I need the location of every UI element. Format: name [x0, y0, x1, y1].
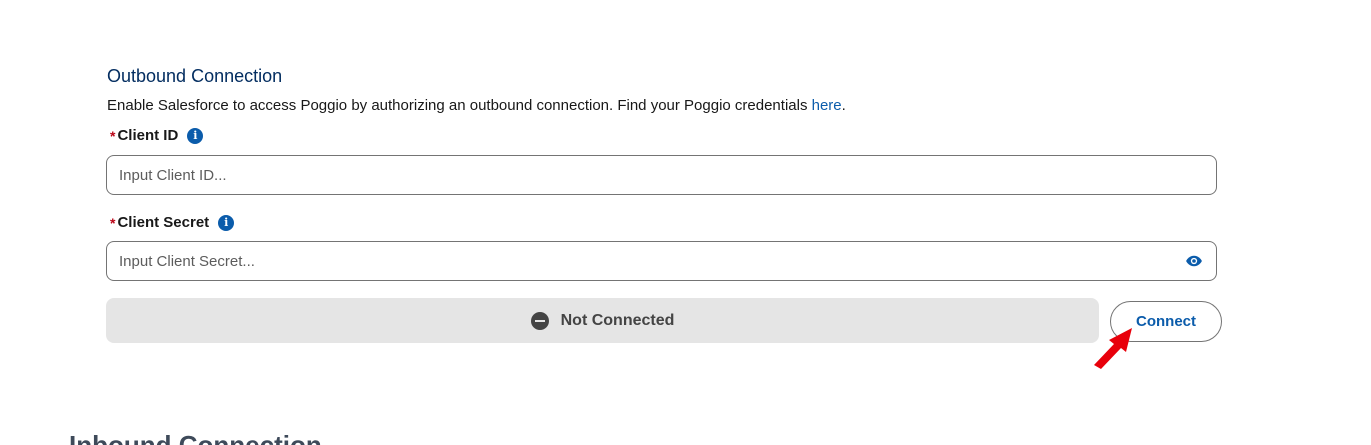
inbound-connection-title: Inbound Connection — [69, 430, 322, 445]
client-secret-label-text: Client Secret — [117, 214, 210, 231]
description-end: . — [841, 97, 846, 114]
eye-icon[interactable] — [1185, 252, 1203, 270]
client-secret-label: * Client Secret i — [110, 214, 235, 231]
description-text: Enable Salesforce to access Poggio by au… — [107, 97, 812, 114]
required-marker: * — [110, 127, 116, 144]
outbound-connection-title: Outbound Connection — [107, 66, 283, 86]
info-icon[interactable]: i — [187, 127, 204, 144]
poggio-connection-settings: Outbound Connection Enable Salesforce to… — [0, 0, 1371, 445]
connection-status-bar: Not Connected — [106, 298, 1099, 343]
client-secret-input[interactable] — [106, 241, 1217, 281]
credentials-link[interactable]: here — [812, 97, 842, 114]
required-marker: * — [110, 214, 116, 231]
client-id-input[interactable] — [106, 155, 1217, 195]
outbound-connection-description: Enable Salesforce to access Poggio by au… — [107, 97, 846, 114]
client-id-label-text: Client ID — [117, 127, 179, 144]
connection-status-text: Not Connected — [560, 311, 675, 329]
annotation-arrow-icon — [1094, 328, 1132, 369]
info-icon[interactable]: i — [218, 214, 235, 231]
client-id-label: * Client ID i — [110, 127, 204, 144]
minus-circle-icon — [530, 311, 549, 330]
